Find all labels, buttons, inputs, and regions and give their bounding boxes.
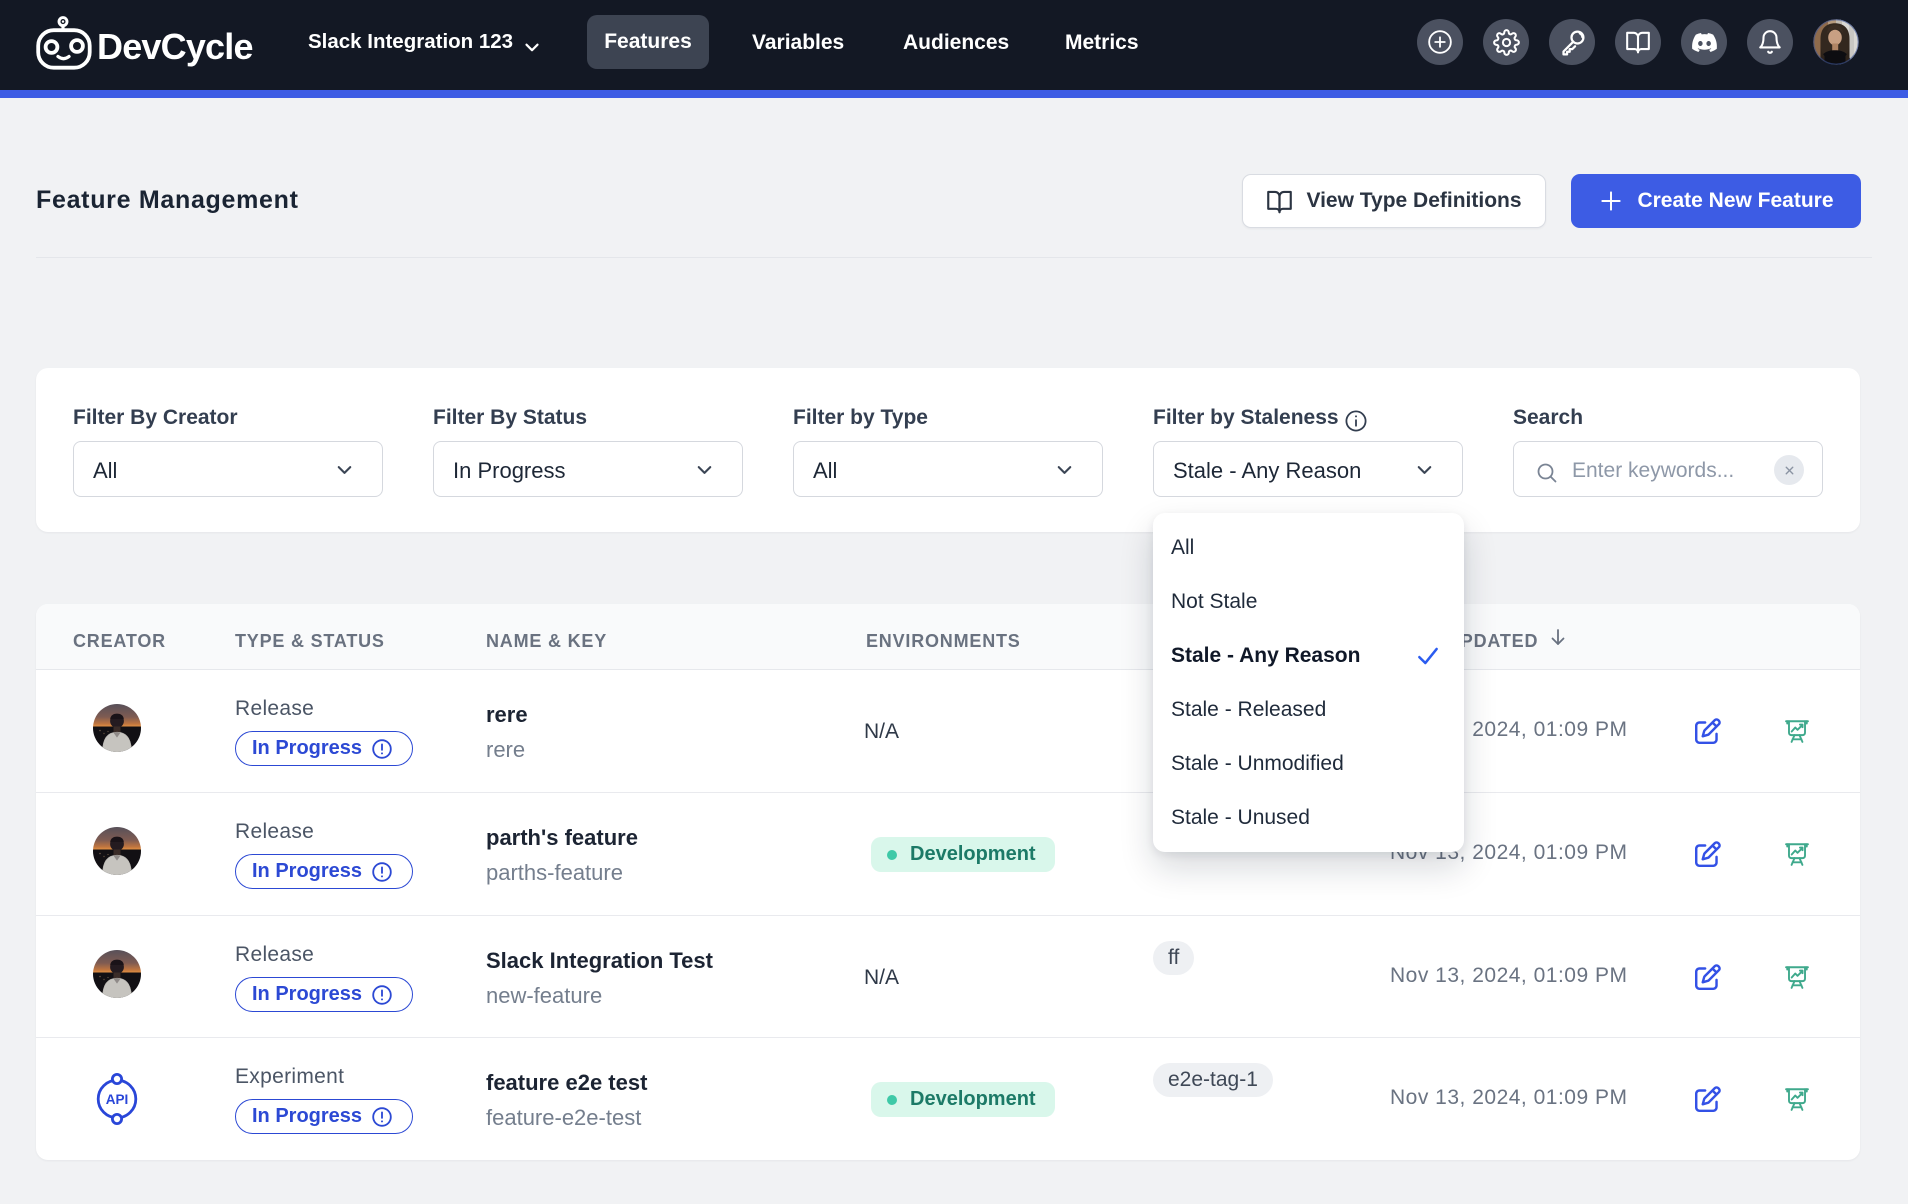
svg-text:API: API [106, 1092, 129, 1107]
